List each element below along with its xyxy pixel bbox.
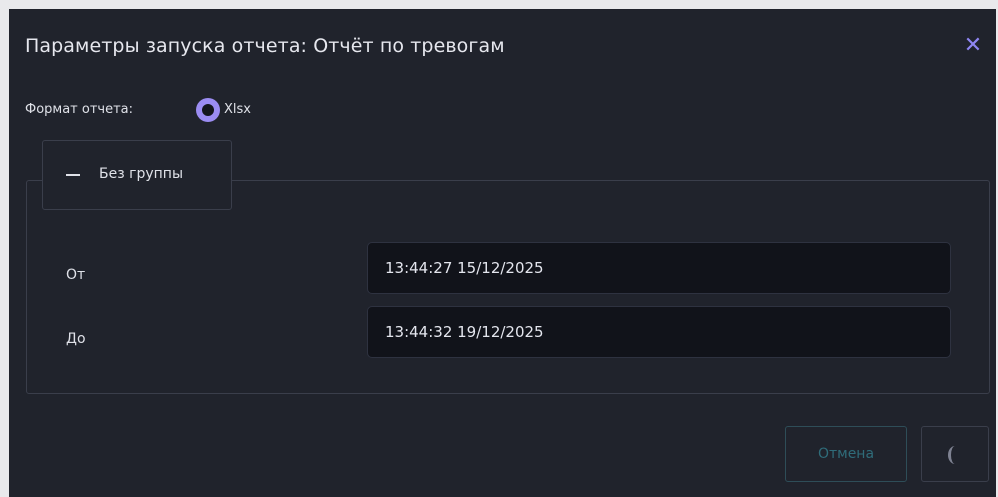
format-radio-xlsx[interactable]	[196, 98, 220, 122]
format-label: Формат отчета:	[25, 102, 133, 117]
group-toggle[interactable]: Без группы	[42, 140, 232, 210]
from-label: От	[66, 267, 86, 283]
confirm-button[interactable]	[921, 426, 989, 482]
loading-spinner-icon	[948, 446, 962, 464]
dialog-title: Параметры запуска отчета: Отчёт по трево…	[25, 35, 505, 57]
from-datetime-input[interactable]: 13:44:27 15/12/2025	[367, 242, 951, 294]
to-datetime-input[interactable]: 13:44:32 19/12/2025	[367, 306, 951, 358]
collapse-minus-icon	[66, 174, 80, 176]
format-option-label[interactable]: Xlsx	[224, 102, 251, 117]
group-label: Без группы	[99, 166, 183, 182]
cancel-button[interactable]: Отмена	[785, 426, 907, 482]
report-params-dialog: Параметры запуска отчета: Отчёт по трево…	[9, 9, 996, 497]
close-icon[interactable]: ✕	[962, 35, 984, 57]
to-label: До	[66, 331, 86, 347]
